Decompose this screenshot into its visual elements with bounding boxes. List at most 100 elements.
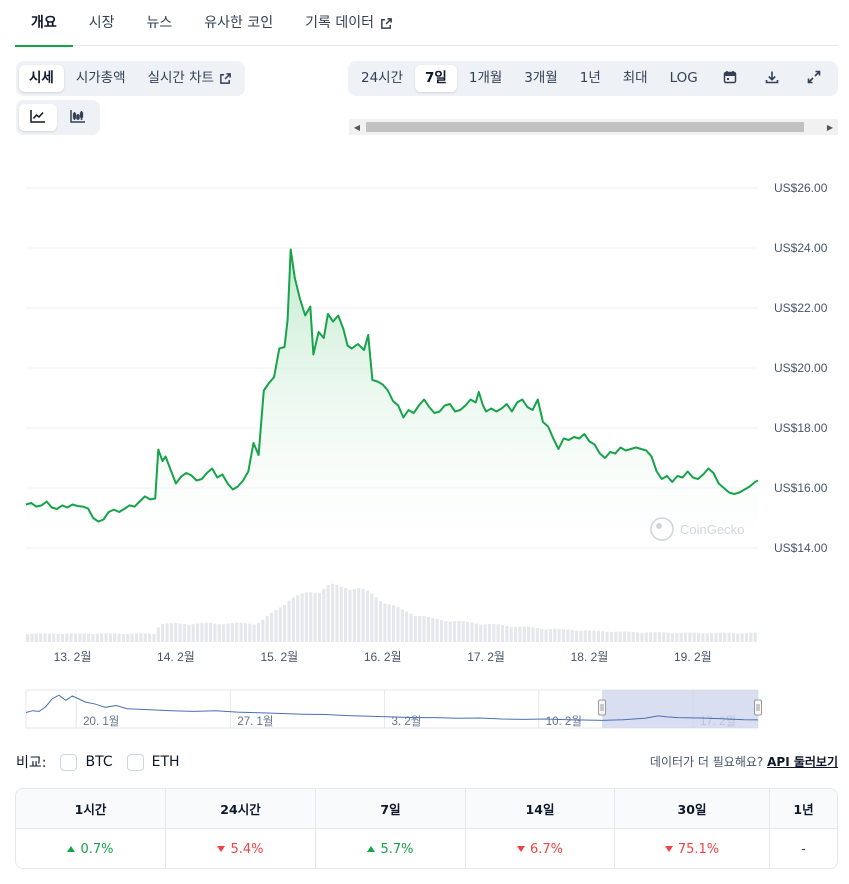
compare-eth-label[interactable]: ETH	[152, 754, 180, 770]
tab-historical-data[interactable]: 기록 데이터	[289, 0, 409, 46]
range-24h[interactable]: 24시간	[351, 65, 413, 92]
volume-bar	[744, 632, 749, 642]
range-7d-label: 7일	[425, 70, 447, 86]
compare-btc-label[interactable]: BTC	[85, 754, 112, 770]
tab-markets[interactable]: 시장	[73, 0, 131, 46]
compare-btc-checkbox[interactable]	[60, 753, 78, 771]
volume-bar	[56, 634, 60, 642]
volume-bar	[60, 634, 65, 642]
volume-bar	[191, 624, 195, 642]
volume-bar	[339, 586, 343, 642]
volume-bar	[243, 623, 248, 642]
tab-overview-label: 개요	[31, 15, 57, 31]
volume-bar	[439, 620, 444, 642]
expand-button[interactable]	[794, 65, 834, 92]
volume-bar	[248, 623, 252, 642]
volume-bar	[174, 623, 178, 642]
candlestick-chart-icon	[70, 108, 86, 127]
volume-bar	[82, 633, 86, 642]
log-scale-toggle[interactable]: LOG	[660, 65, 708, 92]
scrollbar-thumb[interactable]	[366, 122, 804, 132]
volume-bar	[566, 629, 570, 642]
scroll-left-arrow-icon[interactable]: ◀	[349, 119, 365, 135]
volume-bar	[601, 631, 605, 642]
volume-bar	[187, 624, 191, 642]
range-navigator[interactable]: 20. 1월27. 1월3. 2월10. 2월17. 2월	[25, 689, 762, 729]
tab-news[interactable]: 뉴스	[131, 0, 189, 46]
volume-bars	[26, 583, 757, 642]
price-chart[interactable]: US$26.00 US$24.00 US$22.00 US$20.00 US$18.00…	[0, 160, 849, 740]
volume-bar	[304, 592, 309, 642]
y-axis-labels: US$26.00 US$24.00 US$22.00 US$20.00 US$18.00…	[774, 181, 828, 555]
volume-bar	[392, 605, 396, 642]
change-7d: 5.7%	[316, 829, 466, 868]
tab-live-chart-label: 실시간 차트	[147, 70, 214, 86]
volume-bar	[474, 623, 478, 642]
compare-eth-checkbox[interactable]	[126, 753, 144, 771]
tab-overview[interactable]: 개요	[15, 0, 73, 47]
volume-bar	[413, 616, 417, 642]
range-24h-label: 24시간	[361, 70, 404, 86]
volume-bar	[692, 632, 696, 642]
tab-market-cap[interactable]: 시가총액	[66, 65, 136, 92]
range-1m[interactable]: 1개월	[459, 65, 512, 92]
change-7d-value: 5.7%	[380, 841, 414, 857]
volume-bar	[370, 593, 374, 642]
volume-bar	[605, 631, 609, 642]
volume-bar	[723, 632, 727, 642]
volume-bar	[527, 626, 531, 642]
change-24h-value: 5.4%	[230, 841, 264, 857]
volume-bar	[405, 611, 409, 642]
range-tabs-scrollbar[interactable]: ◀ ▶	[349, 119, 838, 135]
volume-bar	[143, 633, 147, 642]
tab-live-chart[interactable]: 실시간 차트	[138, 65, 242, 92]
volume-bar	[300, 593, 304, 642]
range-7d[interactable]: 7일	[415, 65, 457, 92]
volume-bar	[753, 632, 757, 642]
volume-bar	[78, 633, 82, 642]
line-chart-button[interactable]	[19, 104, 57, 131]
volume-bar	[588, 630, 592, 642]
volume-bar	[496, 624, 500, 642]
volume-bar	[291, 597, 295, 642]
external-link-icon	[219, 72, 232, 85]
volume-bar	[365, 590, 370, 642]
calendar-button[interactable]	[710, 65, 750, 92]
volume-bar	[178, 623, 182, 642]
volume-bar	[505, 625, 509, 642]
volume-bar	[383, 603, 387, 642]
x-tick-label: 18. 2월	[571, 650, 609, 664]
volume-bar	[675, 633, 679, 642]
x-tick-label: 15. 2월	[260, 650, 298, 664]
candlestick-chart-button[interactable]	[59, 104, 97, 131]
navigator-date-label: 20. 1월	[83, 715, 119, 728]
volume-bar	[121, 634, 126, 642]
api-explore-link[interactable]: API 둘러보기	[767, 755, 838, 769]
volume-bar	[644, 632, 648, 642]
volume-bar	[100, 633, 104, 642]
volume-bar	[357, 588, 361, 642]
header-1y: 1년	[793, 802, 814, 817]
range-1y[interactable]: 1년	[570, 65, 611, 92]
volume-bar	[697, 632, 701, 642]
range-3m-label: 3개월	[524, 70, 558, 86]
scroll-right-arrow-icon[interactable]: ▶	[822, 119, 838, 135]
navigator-left-handle[interactable]	[598, 699, 607, 716]
download-button[interactable]	[752, 65, 792, 92]
volume-bar	[749, 632, 753, 642]
volume-bar	[69, 633, 73, 642]
range-3m[interactable]: 3개월	[514, 65, 567, 92]
tab-price[interactable]: 시세	[19, 65, 64, 92]
volume-bar	[313, 593, 317, 642]
volume-bar	[570, 630, 574, 642]
volume-bar	[649, 632, 653, 642]
volume-bar	[335, 584, 339, 642]
volume-bar	[705, 633, 709, 642]
tab-similar-coins[interactable]: 유사한 코인	[188, 0, 289, 46]
volume-bar	[73, 633, 78, 642]
volume-bar	[169, 623, 173, 642]
range-max[interactable]: 최대	[613, 65, 658, 92]
navigator-right-handle[interactable]	[754, 699, 762, 716]
navigator-selection-window[interactable]	[602, 690, 758, 728]
volume-bar	[108, 633, 112, 642]
